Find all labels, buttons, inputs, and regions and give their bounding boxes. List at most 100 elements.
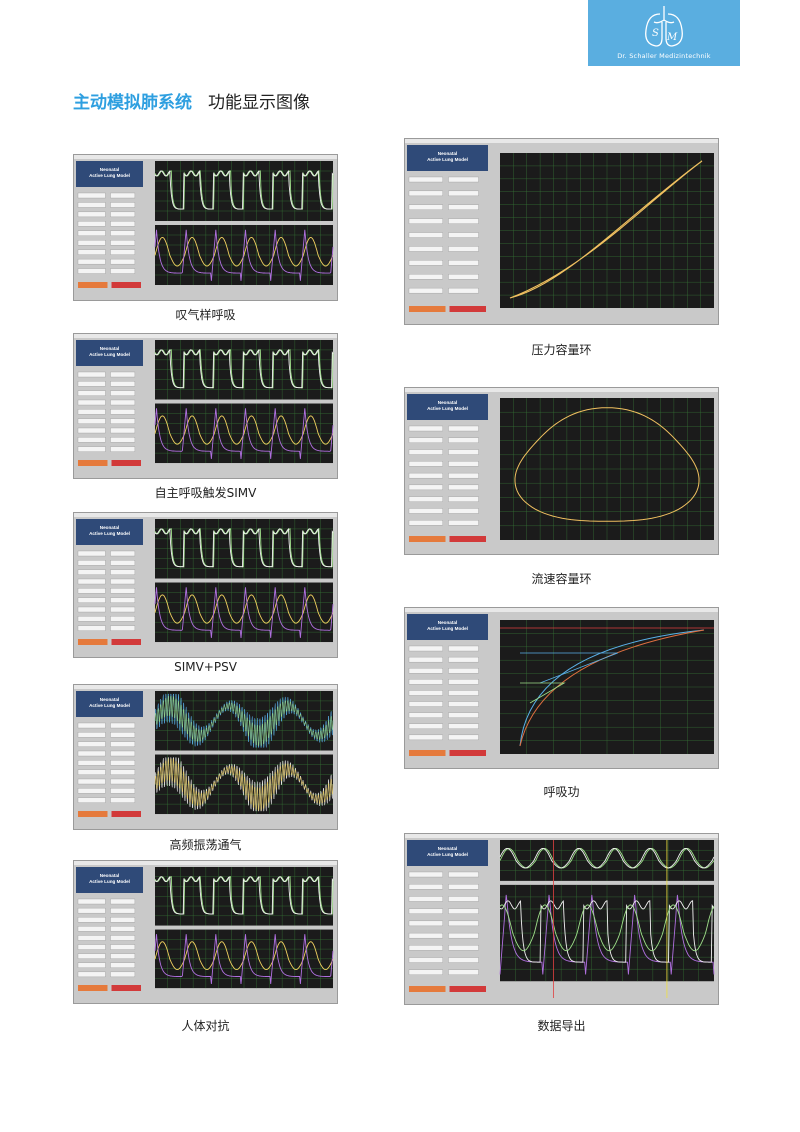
- exit-button: [449, 986, 486, 992]
- setting-field: [110, 446, 136, 452]
- setting-field: [110, 390, 136, 396]
- setting-field: [110, 569, 136, 575]
- setting-field: [77, 944, 106, 950]
- setting-field: [448, 190, 479, 197]
- setting-field: [448, 425, 479, 432]
- setting-field: [408, 218, 443, 224]
- setting-field: [448, 734, 479, 741]
- setting-field: [408, 920, 443, 927]
- setting-field: [110, 907, 136, 914]
- screenshot-fight: Neonatal Active Lung Model: [73, 860, 338, 1004]
- setting-field: [77, 926, 106, 932]
- setting-field: [77, 935, 106, 941]
- setting-field: [408, 932, 443, 939]
- setting-field: [110, 202, 136, 208]
- exit-button: [111, 282, 141, 288]
- window-titlebar: [405, 834, 718, 838]
- setting-field: [77, 898, 106, 905]
- setting-field: [408, 701, 443, 707]
- setting-field: [448, 884, 479, 890]
- setting-field: [110, 788, 136, 794]
- exit-button: [111, 985, 141, 991]
- caption-data-export: 数据导出: [537, 1019, 586, 1033]
- setting-field: [77, 917, 106, 923]
- setting-field: [448, 246, 479, 252]
- setting-field: [408, 461, 443, 467]
- setting-field: [110, 917, 136, 923]
- window-titlebar: [74, 155, 337, 159]
- setting-field: [110, 192, 136, 199]
- app-banner-title: Neonatal: [100, 525, 119, 530]
- setting-field: [77, 230, 106, 236]
- setting-field: [448, 472, 479, 479]
- setting-field: [77, 778, 106, 785]
- setting-field: [448, 204, 479, 210]
- setting-field: [110, 750, 136, 757]
- exit-button: [111, 460, 141, 466]
- setting-field: [77, 409, 106, 415]
- screenshot-hfo: Neonatal Active Lung Model: [73, 684, 338, 830]
- setting-field: [110, 935, 136, 941]
- setting-field: [77, 760, 106, 766]
- screenshot-canvas: NeonatalActive Lung Model: [74, 513, 337, 645]
- setting-field: [448, 260, 479, 266]
- continue-button: [409, 750, 446, 756]
- caption-fv-loop: 流速容量环: [531, 572, 592, 586]
- app-banner-subtitle: Active Lung Model: [89, 531, 130, 536]
- setting-field: [77, 446, 106, 452]
- setting-field: [77, 427, 106, 434]
- setting-field: [77, 769, 106, 775]
- setting-field: [110, 399, 136, 406]
- setting-field: [77, 962, 106, 968]
- setting-field: [448, 723, 479, 729]
- setting-field: [77, 418, 106, 424]
- setting-field: [408, 287, 443, 294]
- setting-field: [408, 508, 443, 514]
- app-banner-title: Neonatal: [438, 400, 457, 405]
- window-titlebar: [74, 334, 337, 338]
- setting-field: [77, 625, 106, 631]
- continue-button: [409, 986, 446, 992]
- app-banner-title: Neonatal: [100, 167, 119, 172]
- setting-field: [110, 616, 136, 622]
- app-banner-subtitle: Active Lung Model: [427, 157, 468, 162]
- caption-sigh-breathing: 叹气样呼吸: [175, 308, 236, 322]
- setting-field: [408, 871, 443, 878]
- screenshot-canvas: NeonatalActive Lung Model: [405, 608, 718, 756]
- screenshot-sigh-breathing: Neonatal Active Lung Model: [73, 154, 338, 301]
- setting-field: [110, 249, 136, 255]
- setting-field: [448, 701, 479, 707]
- setting-field: [448, 656, 479, 663]
- setting-field: [77, 597, 106, 603]
- setting-field: [448, 176, 479, 183]
- setting-field: [77, 971, 106, 978]
- caption-hfo: 高频振荡通气: [169, 838, 242, 852]
- setting-field: [110, 898, 136, 905]
- setting-field: [448, 690, 479, 696]
- setting-field: [77, 202, 106, 208]
- setting-field: [448, 437, 479, 443]
- screenshot-canvas: NeonatalActive Lung Model: [74, 334, 337, 466]
- setting-field: [448, 232, 479, 238]
- setting-field: [110, 427, 136, 434]
- setting-field: [77, 588, 106, 594]
- setting-field: [448, 274, 479, 280]
- app-banner-title: Neonatal: [100, 697, 119, 702]
- setting-field: [77, 606, 106, 613]
- continue-button: [78, 282, 108, 288]
- setting-field: [408, 723, 443, 729]
- caption-fight: 人体对抗: [181, 1019, 230, 1033]
- screenshot-data-export: Neonatal Active Lung Model: [404, 833, 719, 1005]
- setting-field: [408, 908, 443, 914]
- setting-field: [77, 211, 106, 218]
- setting-field: [408, 690, 443, 696]
- setting-field: [448, 957, 479, 963]
- setting-field: [408, 425, 443, 432]
- setting-field: [408, 884, 443, 890]
- screenshot-canvas: NeonatalActive Lung Model: [405, 834, 718, 998]
- setting-field: [448, 449, 479, 455]
- logo-letter-m: M: [666, 32, 678, 43]
- caption-pv-loop: 压力容量环: [531, 343, 592, 357]
- setting-field: [448, 712, 479, 718]
- setting-field: [77, 371, 106, 378]
